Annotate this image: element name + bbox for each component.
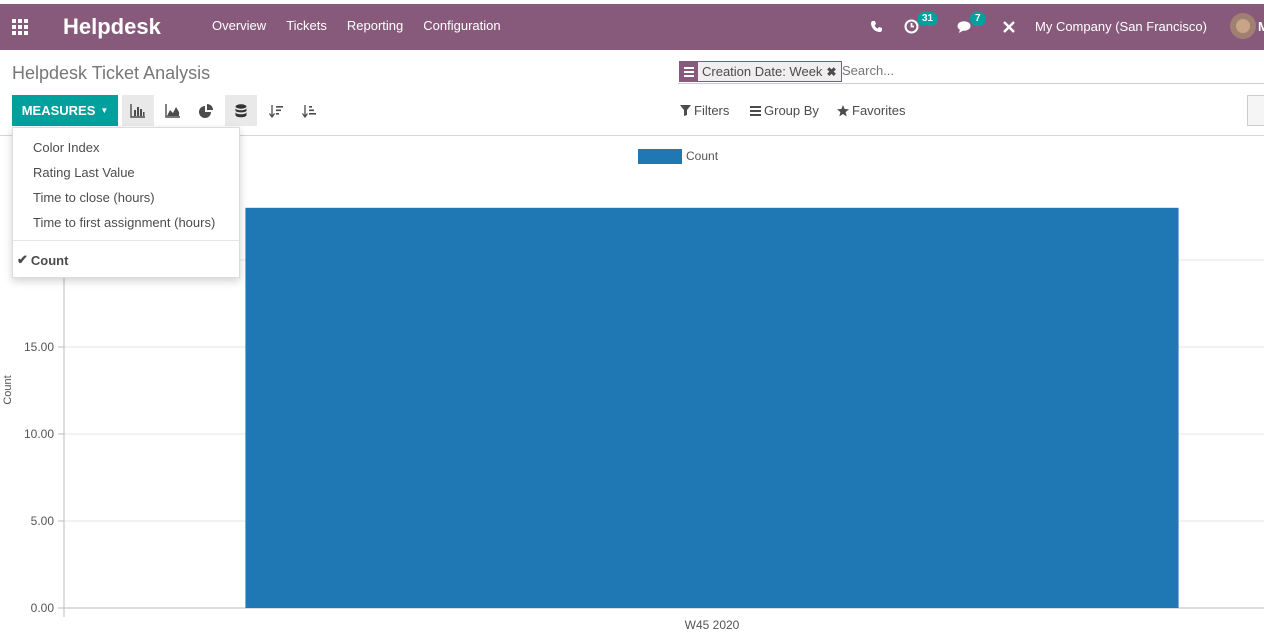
- bars: [245, 207, 1179, 609]
- stacked-button[interactable]: [225, 95, 257, 126]
- measure-time-to-close[interactable]: Time to close (hours): [33, 190, 155, 205]
- company-switcher[interactable]: My Company (San Francisco): [1035, 19, 1207, 34]
- list-icon: [750, 105, 761, 116]
- pie-chart-icon: [199, 103, 213, 118]
- y-ticks: 0.00 5.00 10.00 15.00: [24, 340, 64, 615]
- measure-color-index[interactable]: Color Index: [33, 140, 99, 155]
- chart-legend[interactable]: Count: [638, 149, 719, 164]
- view-switcher-button[interactable]: [1247, 95, 1264, 126]
- checkmark-icon: ✔: [17, 252, 28, 267]
- favorites-button[interactable]: Favorites: [837, 103, 905, 118]
- y-tick-label: 0.00: [31, 601, 55, 615]
- search-bar: Creation Date: Week ✖: [678, 60, 1264, 84]
- menu-overview[interactable]: Overview: [212, 18, 266, 33]
- legend-swatch: [638, 149, 682, 164]
- top-navbar: Helpdesk Overview Tickets Reporting Conf…: [0, 4, 1264, 50]
- x-ticks: W45 2020: [685, 618, 740, 632]
- measures-label: MEASURES: [21, 103, 96, 118]
- y-tick-label: 10.00: [24, 427, 54, 441]
- database-stack-icon: [235, 103, 247, 117]
- pie-chart-button[interactable]: [190, 95, 222, 126]
- star-icon: [837, 104, 849, 116]
- y-tick-label: 5.00: [31, 514, 55, 528]
- bar-chart-icon: [130, 103, 145, 118]
- measure-count-label: Count: [30, 252, 69, 268]
- caret-down-icon: ▼: [100, 106, 109, 115]
- measure-time-to-first-assignment[interactable]: Time to first assignment (hours): [33, 215, 215, 230]
- filters-label: Filters: [694, 103, 730, 118]
- measures-button[interactable]: MEASURES ▼: [12, 95, 118, 126]
- apps-grid-icon[interactable]: [12, 19, 30, 35]
- groupby-facet-icon: [680, 62, 698, 81]
- main-menu: Overview Tickets Reporting Configuration: [212, 18, 521, 33]
- bar[interactable]: [245, 207, 1179, 609]
- area-chart-icon: [165, 103, 180, 118]
- menu-reporting[interactable]: Reporting: [347, 18, 403, 33]
- search-facet: Creation Date: Week ✖: [679, 61, 842, 82]
- app-brand[interactable]: Helpdesk: [63, 14, 161, 40]
- measure-rating-last-value[interactable]: Rating Last Value: [33, 165, 135, 180]
- y-axis-label: Count: [2, 375, 14, 404]
- y-tick-label: 15.00: [24, 340, 54, 354]
- sort-descending-button[interactable]: [260, 95, 292, 126]
- groupby-button[interactable]: Group By: [750, 103, 819, 118]
- filters-button[interactable]: Filters: [680, 103, 729, 118]
- user-avatar[interactable]: [1230, 13, 1256, 39]
- groupby-label: Group By: [764, 103, 819, 118]
- menu-configuration[interactable]: Configuration: [423, 18, 500, 33]
- measure-count[interactable]: ✔ Count: [17, 252, 68, 268]
- sort-ascending-button[interactable]: [293, 95, 325, 126]
- phone-icon[interactable]: [870, 20, 883, 33]
- x-tick-label: W45 2020: [685, 618, 740, 632]
- menu-tickets[interactable]: Tickets: [286, 18, 327, 33]
- bar-chart-button[interactable]: [122, 95, 154, 126]
- sort-ascending-icon: [302, 104, 316, 118]
- line-chart-button[interactable]: [157, 95, 189, 126]
- legend-label: Count: [686, 149, 719, 163]
- sort-descending-icon: [269, 104, 283, 118]
- search-input[interactable]: [842, 63, 1142, 78]
- user-name[interactable]: M: [1258, 19, 1264, 34]
- facet-remove-icon[interactable]: ✖: [826, 65, 840, 79]
- activity-badge: 31: [917, 12, 939, 26]
- filter-icon: [680, 105, 691, 116]
- favorites-label: Favorites: [852, 103, 906, 118]
- page-title: Helpdesk Ticket Analysis: [12, 63, 211, 83]
- measures-dropdown: Color Index Rating Last Value Time to cl…: [12, 127, 240, 278]
- debug-tools-icon[interactable]: [1002, 20, 1016, 34]
- message-badge: 7: [970, 12, 986, 26]
- facet-label: Creation Date: Week: [702, 64, 823, 79]
- dropdown-divider: [13, 240, 239, 241]
